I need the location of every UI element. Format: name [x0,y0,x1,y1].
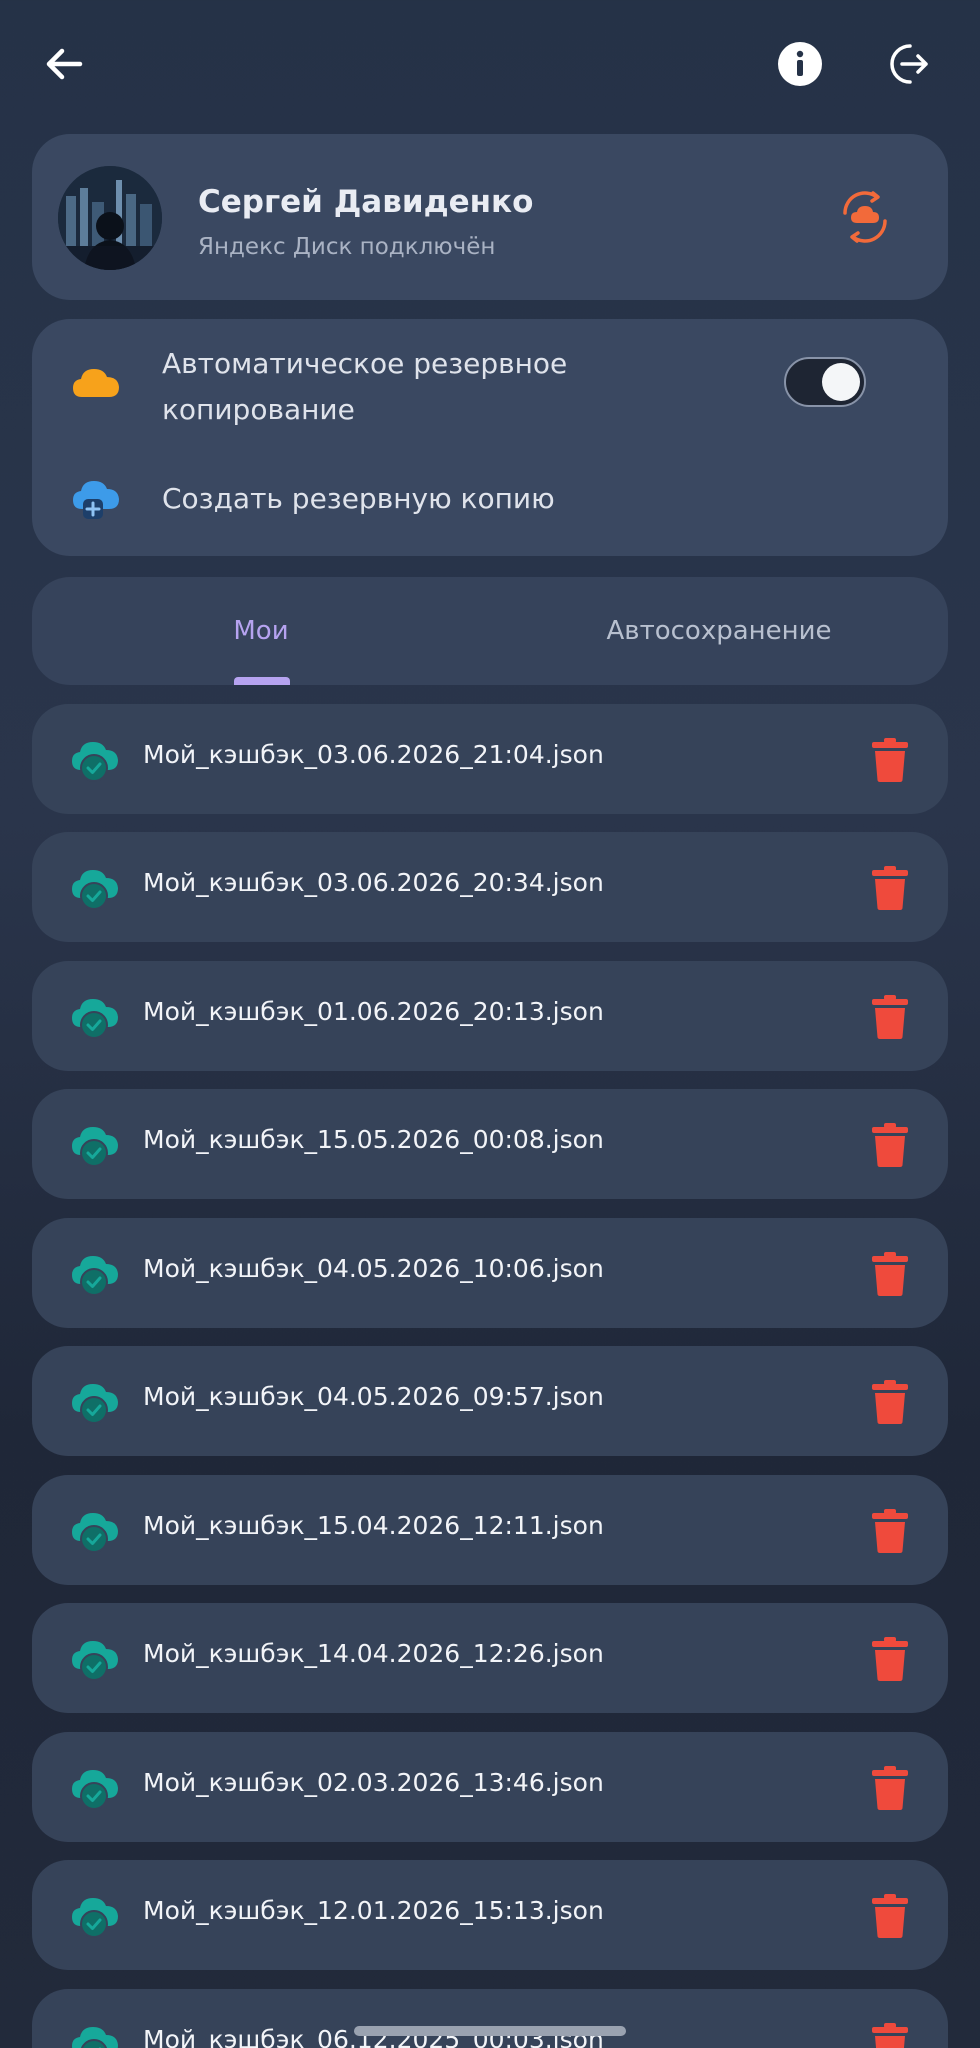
auto-backup-label: Автоматическое резервное копирование [162,347,568,426]
cloud-check-icon [72,1256,118,1296]
list-item[interactable]: Мой_кэшбэк_02.03.2026_13:46.json [32,1732,948,1842]
trash-icon[interactable] [870,1380,910,1424]
trash-icon[interactable] [870,2023,910,2048]
arrow-left-icon [46,48,83,80]
avatar-image [58,166,162,270]
sync-button[interactable] [832,184,898,250]
file-name: Мой_кэшбэк_15.05.2026_00:08.json [143,1125,604,1154]
trash-icon[interactable] [870,1509,910,1553]
cloud-add-icon[interactable] [70,469,122,521]
cloud-check-icon [72,870,118,910]
file-name: Мой_кэшбэк_04.05.2026_09:57.json [143,1382,604,1411]
cloud-check-icon [72,1513,118,1553]
tab-autosave[interactable]: Автосохранение [490,577,948,685]
cloud-check-icon [72,1384,118,1424]
list-item[interactable]: Мой_кэшбэк_01.06.2026_20:13.json [32,961,948,1071]
home-indicator[interactable] [354,2026,626,2036]
cloud-check-icon [72,2027,118,2048]
top-bar [0,0,980,125]
list-item[interactable]: Мой_кэшбэк_14.04.2026_12:26.json [32,1603,948,1713]
active-tab-indicator [234,677,290,685]
file-name: Мой_кэшбэк_04.05.2026_10:06.json [143,1254,604,1283]
backup-settings-card: Автоматическое резервное копирование Соз… [32,319,948,556]
info-circle-icon [778,42,822,86]
file-name: Мой_кэшбэк_03.06.2026_21:04.json [143,740,604,769]
cloud-check-icon [72,1898,118,1938]
trash-icon[interactable] [870,738,910,782]
cloud-check-icon [72,1127,118,1167]
trash-icon[interactable] [870,866,910,910]
list-item[interactable]: Мой_кэшбэк_15.04.2026_12:11.json [32,1475,948,1585]
file-name: Мой_кэшбэк_15.04.2026_12:11.json [143,1511,604,1540]
file-name: Мой_кэшбэк_14.04.2026_12:26.json [143,1639,604,1668]
trash-icon[interactable] [870,1123,910,1167]
profile-name: Сергей Давиденко [198,184,534,220]
info-button[interactable] [768,32,832,96]
file-name: Мой_кэшбэк_03.06.2026_20:34.json [143,868,604,897]
logout-icon [890,44,928,84]
file-name: Мой_кэшбэк_01.06.2026_20:13.json [143,997,604,1026]
cloud-check-icon [72,1641,118,1681]
avatar[interactable] [58,166,162,270]
trash-icon[interactable] [870,1637,910,1681]
auto-backup-toggle[interactable] [784,357,866,407]
cloud-check-icon [72,999,118,1039]
trash-icon[interactable] [870,1252,910,1296]
trash-icon[interactable] [870,1766,910,1810]
trash-icon[interactable] [870,995,910,1039]
toggle-knob [822,363,860,401]
list-item[interactable]: Мой_кэшбэк_12.01.2026_15:13.json [32,1860,948,1970]
logout-button[interactable] [876,32,940,96]
cloud-sync-icon [843,191,887,243]
list-item[interactable]: Мой_кэшбэк_04.05.2026_09:57.json [32,1346,948,1456]
create-backup-button[interactable]: Создать резервную копию [162,482,555,515]
list-item[interactable]: Мой_кэшбэк_15.05.2026_00:08.json [32,1089,948,1199]
list-item[interactable]: Мой_кэшбэк_06.12.2025_00:03.json [32,1989,948,2048]
tabs-bar: Мои Автосохранение [32,577,948,685]
cloud-check-icon [72,742,118,782]
profile-card: Сергей Давиденко Яндекс Диск подключён [32,134,948,300]
list-item[interactable]: Мой_кэшбэк_03.06.2026_21:04.json [32,704,948,814]
trash-icon[interactable] [870,1894,910,1938]
tab-mine[interactable]: Мои [32,577,490,685]
back-button[interactable] [32,32,96,96]
file-name: Мой_кэшбэк_02.03.2026_13:46.json [143,1768,604,1797]
list-item[interactable]: Мой_кэшбэк_03.06.2026_20:34.json [32,832,948,942]
cloud-check-icon [72,1770,118,1810]
file-name: Мой_кэшбэк_12.01.2026_15:13.json [143,1896,604,1925]
cloud-icon [73,369,119,397]
list-item[interactable]: Мой_кэшбэк_04.05.2026_10:06.json [32,1218,948,1328]
connection-status: Яндекс Диск подключён [198,234,496,260]
